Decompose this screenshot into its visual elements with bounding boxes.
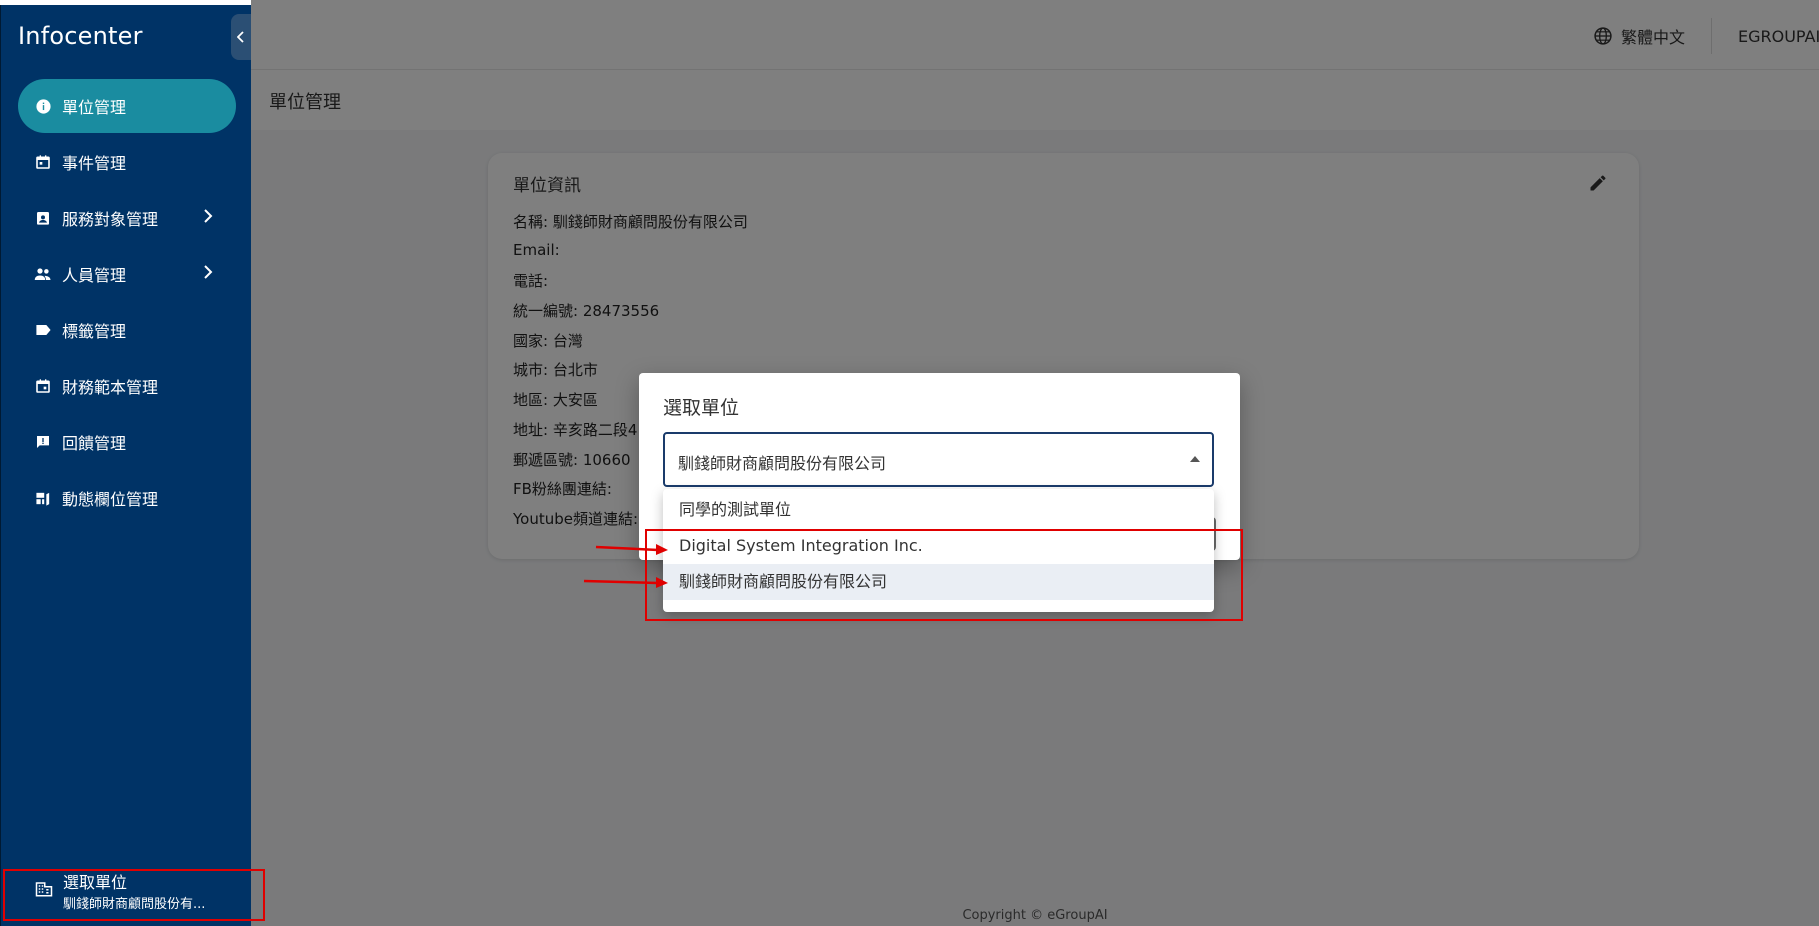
annotation-arrow: [595, 544, 668, 555]
option-test-unit[interactable]: 同學的測試單位: [663, 492, 1214, 528]
annotation-box-options: [645, 529, 1243, 621]
unit-select[interactable]: 馴錢師財商顧問股份有限公司: [663, 432, 1214, 487]
dialog-title: 選取單位: [663, 397, 740, 419]
annotation-box-select-unit: [3, 869, 265, 921]
annotation-arrow: [583, 577, 668, 588]
caret-up-icon: [1190, 456, 1200, 462]
unit-select-value: 馴錢師財商顧問股份有限公司: [678, 454, 887, 473]
sidebar-shade: [0, 0, 251, 926]
